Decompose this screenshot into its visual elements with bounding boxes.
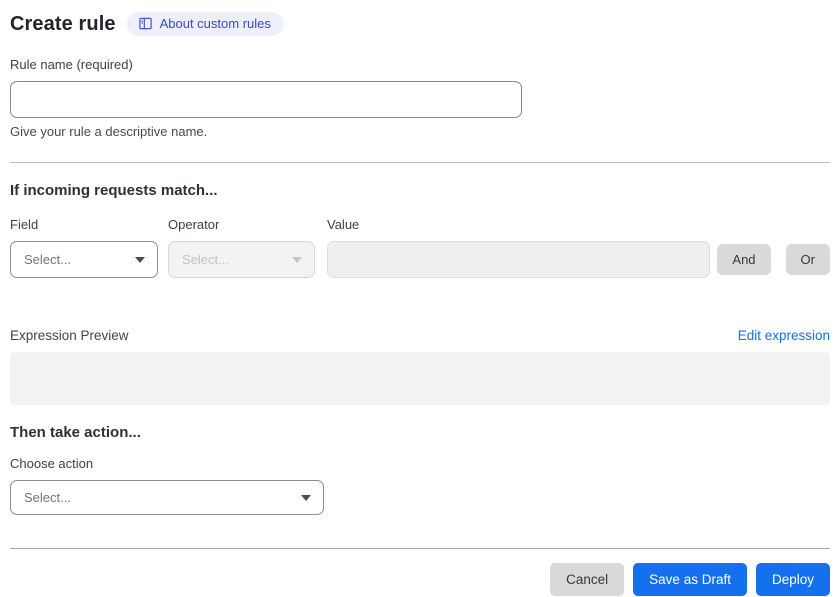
and-button[interactable]: And	[717, 244, 771, 275]
expression-preview-box	[10, 352, 830, 405]
expression-preview-header: Expression Preview Edit expression	[10, 328, 830, 343]
choose-action-select[interactable]: Select...	[10, 480, 324, 515]
divider	[10, 162, 830, 163]
operator-select[interactable]: Select...	[168, 241, 315, 278]
choose-action-label: Choose action	[10, 456, 94, 471]
operator-select-value: Select...	[182, 252, 229, 267]
match-condition-row: Field Select... Operator Select... Value…	[10, 217, 830, 278]
action-section-heading: Then take action...	[10, 424, 141, 441]
chevron-down-icon	[301, 494, 311, 501]
match-section-heading: If incoming requests match...	[10, 182, 218, 199]
field-column: Field Select...	[10, 217, 158, 278]
about-badge-label: About custom rules	[159, 16, 271, 31]
value-label: Value	[327, 217, 360, 232]
cancel-button[interactable]: Cancel	[550, 563, 625, 596]
deploy-button[interactable]: Deploy	[755, 563, 830, 596]
page-title: Create rule	[10, 12, 116, 35]
rule-name-input[interactable]	[10, 81, 522, 118]
field-select-value: Select...	[24, 252, 71, 267]
value-column: Value	[327, 217, 710, 278]
divider	[10, 548, 830, 549]
save-as-draft-button[interactable]: Save as Draft	[633, 563, 747, 596]
footer-actions: Cancel Save as Draft Deploy	[10, 563, 830, 596]
operator-column: Operator Select...	[168, 217, 315, 278]
chevron-down-icon	[135, 256, 145, 263]
field-label: Field	[10, 217, 39, 232]
header: Create rule About custom rules	[10, 12, 830, 36]
create-rule-form: Create rule About custom rules Rule name…	[0, 0, 839, 596]
value-input[interactable]	[327, 241, 710, 278]
conjunction-buttons: And Or	[717, 244, 830, 278]
book-icon	[138, 16, 153, 31]
rule-name-section: Rule name (required) Give your rule a de…	[10, 56, 830, 139]
field-select[interactable]: Select...	[10, 241, 158, 278]
operator-label: Operator	[168, 217, 220, 232]
chevron-down-icon	[292, 256, 302, 263]
rule-name-helper-text: Give your rule a descriptive name.	[10, 124, 208, 139]
or-button[interactable]: Or	[785, 244, 830, 275]
expression-preview-label: Expression Preview	[10, 328, 129, 343]
rule-name-label: Rule name (required)	[10, 57, 133, 72]
edit-expression-link[interactable]: Edit expression	[738, 328, 830, 343]
about-custom-rules-badge[interactable]: About custom rules	[126, 12, 284, 36]
choose-action-select-value: Select...	[24, 490, 71, 505]
